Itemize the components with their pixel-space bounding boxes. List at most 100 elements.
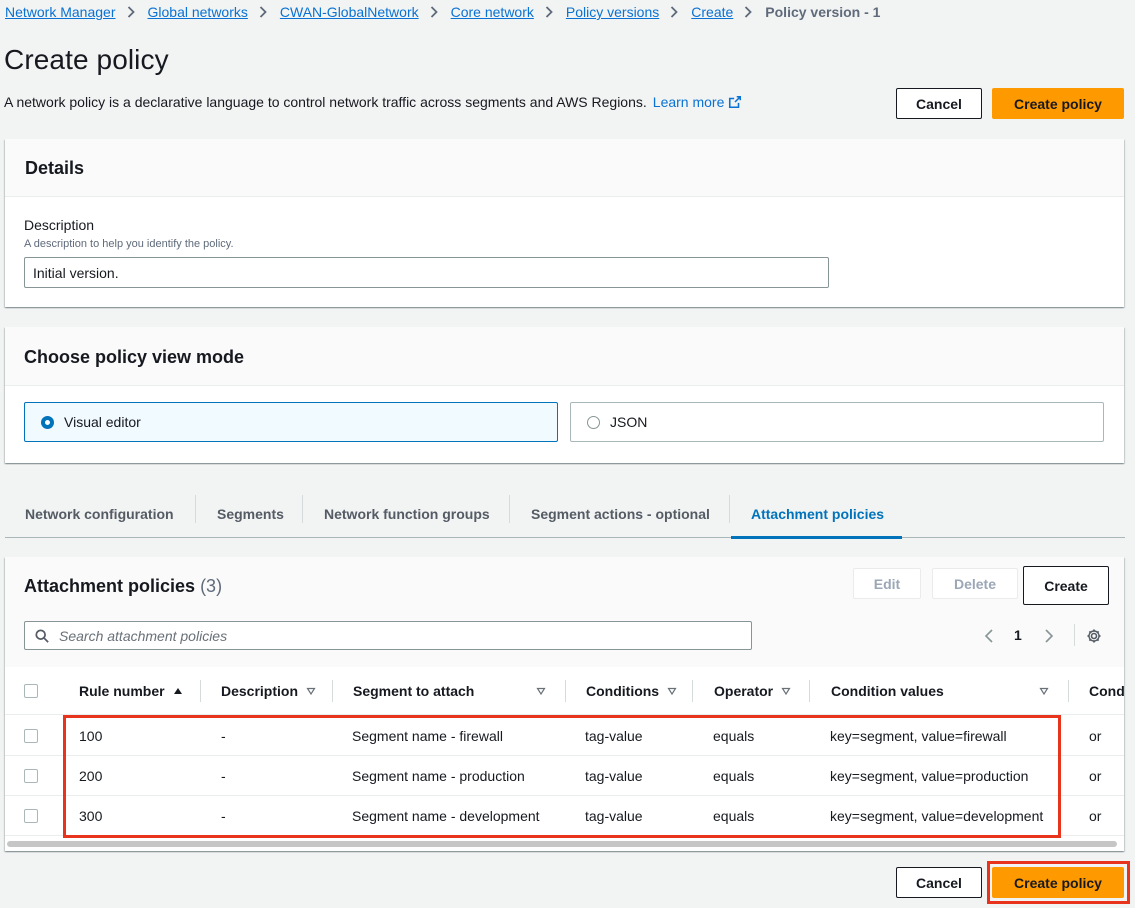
visual-editor-option[interactable]: Visual editor	[24, 402, 558, 442]
page-description-text: A network policy is a declarative langua…	[4, 94, 647, 110]
json-label: JSON	[610, 414, 648, 430]
gear-icon[interactable]	[1086, 628, 1102, 644]
view-mode-header: Choose policy view mode	[5, 327, 1124, 386]
chevron-left-icon[interactable]	[982, 628, 998, 644]
col-operator-label: Operator	[714, 683, 774, 699]
sort-icon	[1039, 687, 1049, 696]
page-number[interactable]: 1	[1014, 627, 1022, 643]
col-operator[interactable]: Operator	[714, 667, 791, 715]
cell-description: -	[221, 728, 226, 744]
cell-segment: Segment name - production	[352, 768, 525, 784]
chevron-right-icon	[127, 6, 137, 18]
table-row[interactable]: 300 - Segment name - development tag-val…	[5, 796, 1124, 836]
breadcrumb-cwan-globalnetwork[interactable]: CWAN-GlobalNetwork	[280, 4, 419, 20]
sort-icon	[667, 687, 677, 696]
cell-segment: Segment name - development	[352, 808, 540, 824]
tab-divider	[302, 495, 303, 523]
col-conditions[interactable]: Conditions	[586, 667, 677, 715]
pager-divider	[1074, 624, 1075, 646]
row-checkbox[interactable]	[24, 809, 38, 823]
create-policy-button-bottom[interactable]: Create policy	[992, 867, 1124, 898]
policy-tabs: Network configuration Segments Network f…	[5, 490, 1125, 539]
chevron-right-icon	[430, 6, 440, 18]
chevron-right-icon[interactable]	[1040, 628, 1056, 644]
column-divider	[332, 680, 333, 702]
breadcrumb-core-network[interactable]: Core network	[451, 4, 534, 20]
attachment-policies-title-text: Attachment policies	[24, 576, 196, 596]
search-icon	[35, 628, 49, 643]
cell-condition-values: key=segment, value=production	[830, 768, 1029, 784]
col-condition-logic[interactable]: Cond	[1089, 667, 1124, 715]
cell-operator: equals	[713, 808, 755, 824]
cell-operator: equals	[713, 768, 755, 784]
cell-condition-logic: or	[1089, 768, 1102, 784]
horizontal-scrollbar[interactable]	[7, 841, 1117, 847]
tab-divider	[729, 495, 730, 523]
view-mode-panel: Choose policy view mode Visual editor JS…	[5, 327, 1124, 463]
search-field[interactable]	[24, 621, 752, 650]
table-row[interactable]: 100 - Segment name - firewall tag-value …	[5, 716, 1124, 756]
tab-segments[interactable]: Segments	[197, 490, 304, 538]
column-divider	[809, 680, 810, 702]
tab-segment-actions[interactable]: Segment actions - optional	[511, 490, 730, 538]
attachment-policies-count: (3)	[200, 576, 223, 596]
breadcrumb-network-manager[interactable]: Network Manager	[5, 4, 116, 20]
breadcrumb-global-networks[interactable]: Global networks	[148, 4, 248, 20]
tab-network-function-groups[interactable]: Network function groups	[304, 490, 510, 538]
table-header: Rule number Description Segment to attac…	[5, 667, 1124, 715]
col-segment-to-attach[interactable]: Segment to attach	[353, 667, 546, 715]
description-label: Description	[24, 217, 95, 233]
row-checkbox[interactable]	[24, 769, 38, 783]
table-row[interactable]: 200 - Segment name - production tag-valu…	[5, 756, 1124, 796]
col-conditions-label: Conditions	[586, 683, 660, 699]
row-checkbox[interactable]	[24, 729, 38, 743]
col-description[interactable]: Description	[221, 667, 316, 715]
select-all-checkbox[interactable]	[24, 684, 38, 698]
attachment-policies-panel: Attachment policies (3) Edit Delete Crea…	[5, 557, 1124, 851]
cancel-button-bottom[interactable]: Cancel	[896, 867, 982, 898]
cancel-button-top[interactable]: Cancel	[896, 88, 982, 119]
cell-conditions: tag-value	[585, 728, 643, 744]
chevron-right-icon	[744, 6, 754, 18]
col-description-label: Description	[221, 683, 299, 699]
details-header: Details	[5, 139, 1124, 197]
sort-ascending-icon	[173, 688, 182, 694]
tab-divider	[509, 495, 510, 523]
cell-description: -	[221, 808, 226, 824]
tab-divider	[195, 495, 196, 523]
json-option[interactable]: JSON	[570, 402, 1104, 442]
breadcrumb-policy-versions[interactable]: Policy versions	[566, 4, 659, 20]
breadcrumb-current: Policy version - 1	[765, 4, 881, 20]
cell-rule-number: 100	[79, 728, 103, 744]
details-title: Details	[25, 158, 85, 178]
cell-operator: equals	[713, 728, 755, 744]
tab-attachment-policies[interactable]: Attachment policies	[731, 490, 902, 539]
create-policy-button-top[interactable]: Create policy	[992, 88, 1124, 119]
cell-rule-number: 300	[79, 808, 103, 824]
cell-condition-logic: or	[1089, 808, 1102, 824]
column-divider	[565, 680, 566, 702]
sort-icon	[536, 687, 546, 696]
cell-rule-number: 200	[79, 768, 103, 784]
col-condition-values-label: Condition values	[831, 683, 944, 699]
col-rule-number[interactable]: Rule number	[79, 667, 183, 715]
description-hint: A description to help you identify the p…	[24, 238, 234, 250]
cell-condition-values: key=segment, value=development	[830, 808, 1044, 824]
edit-button[interactable]: Edit	[853, 568, 921, 599]
chevron-right-icon	[259, 6, 269, 18]
details-panel: Details Description A description to hel…	[5, 139, 1124, 307]
tab-network-configuration[interactable]: Network configuration	[5, 490, 194, 538]
search-input[interactable]	[59, 627, 709, 644]
external-link-icon	[729, 95, 742, 109]
delete-button[interactable]: Delete	[932, 568, 1018, 599]
breadcrumb-create[interactable]: Create	[691, 4, 733, 20]
cell-conditions: tag-value	[585, 768, 643, 784]
sort-icon	[306, 687, 316, 696]
col-condition-values[interactable]: Condition values	[831, 667, 1049, 715]
learn-more-link[interactable]: Learn more	[653, 94, 743, 110]
col-segment-label: Segment to attach	[353, 683, 475, 699]
attachment-policies-title: Attachment policies (3)	[24, 576, 222, 597]
cell-segment: Segment name - firewall	[352, 728, 503, 744]
create-button[interactable]: Create	[1023, 566, 1109, 605]
description-input[interactable]	[24, 257, 829, 288]
